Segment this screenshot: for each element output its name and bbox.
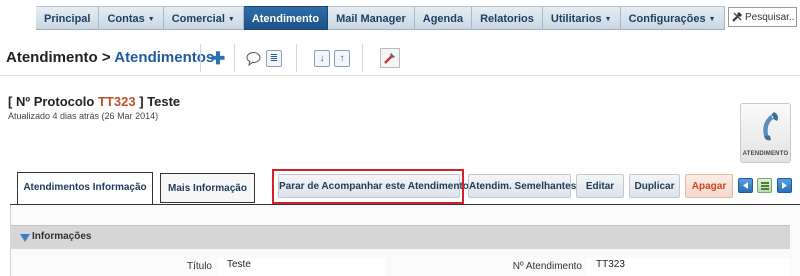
title-field-label: Título: [186, 261, 212, 272]
previous-record-icon[interactable]: [738, 178, 753, 193]
ticket-number-value: TT323: [586, 258, 790, 276]
module-badge: ATENDIMENTO: [740, 103, 791, 163]
duplicate-button[interactable]: Duplicar: [629, 174, 680, 198]
menu-relatorios[interactable]: Relatorios: [472, 6, 543, 30]
search-input[interactable]: [745, 11, 795, 23]
toolbar-divider: [234, 44, 235, 72]
next-record-icon[interactable]: [777, 178, 792, 193]
section-title: Informações: [32, 231, 92, 242]
chat-bubble-icon[interactable]: [245, 50, 261, 67]
menu-configuracoes[interactable]: Configurações ▼: [620, 6, 725, 30]
main-menu: Principal Contas ▼ Comercial ▼ Atendimento…: [36, 6, 725, 30]
export-icon[interactable]: ↑: [334, 50, 350, 67]
import-icon[interactable]: ↓: [314, 50, 330, 67]
section-header-informacoes[interactable]: Informações: [10, 225, 790, 249]
module-label: ATENDIMENTO: [742, 151, 789, 157]
tab-atendimentos-informacao[interactable]: Atendimentos Informação: [17, 172, 153, 205]
search-box[interactable]: [728, 7, 797, 27]
tools-icon: [731, 10, 745, 24]
highlight-box: [272, 169, 464, 204]
collapse-triangle-icon[interactable]: [20, 234, 30, 242]
top-navigation-bar: Principal Contas ▼ Comercial ▼ Atendimento…: [0, 0, 800, 36]
menu-agenda[interactable]: Agenda: [414, 6, 473, 30]
delete-button[interactable]: Apagar: [685, 174, 733, 198]
last-updated-text: Atualizado 4 dias atrás (26 Mar 2014): [8, 111, 159, 121]
tools-settings-icon[interactable]: [380, 48, 400, 68]
ticket-number-label: Nº Atendimento: [512, 261, 582, 272]
breadcrumb-root[interactable]: Atendimento: [6, 49, 98, 66]
breadcrumb: Atendimento > Atendimentos: [6, 49, 214, 66]
chevron-down-icon: ▼: [147, 16, 155, 23]
menu-contas[interactable]: Contas ▼: [99, 6, 164, 30]
chevron-down-icon: ▼: [604, 16, 612, 23]
record-title: [ Nº Protocolo TT323 ] Teste: [8, 94, 180, 109]
menu-mail-manager[interactable]: Mail Manager: [328, 6, 415, 30]
title-field-value: Teste: [217, 258, 385, 276]
phone-icon: [763, 112, 778, 141]
list-view-icon[interactable]: [757, 178, 772, 193]
menu-principal[interactable]: Principal: [36, 6, 100, 30]
record-title-prefix: [ Nº Protocolo: [8, 94, 95, 109]
protocol-number: TT323: [97, 94, 136, 109]
similar-tickets-button[interactable]: Atendim. Semelhantes: [468, 174, 576, 198]
clipboard-icon[interactable]: ≣: [266, 50, 282, 67]
module-toolbar: Atendimento > Atendimentos ✚ ≣ ↓ ↑: [0, 40, 800, 76]
toolbar-divider: [296, 44, 297, 72]
chevron-down-icon: ▼: [708, 16, 716, 23]
edit-button[interactable]: Editar: [576, 174, 624, 198]
chevron-down-icon: ▼: [227, 16, 235, 23]
menu-comercial[interactable]: Comercial ▼: [163, 6, 244, 30]
toolbar-divider: [200, 44, 201, 72]
menu-atendimento[interactable]: Atendimento: [243, 6, 329, 30]
toolbar-divider: [362, 44, 363, 72]
menu-utilitarios[interactable]: Utilitarios ▼: [542, 6, 621, 30]
breadcrumb-separator: >: [101, 49, 111, 66]
record-title-suffix: ] Teste: [139, 94, 181, 109]
tab-mais-informacao[interactable]: Mais Informação: [160, 173, 255, 203]
add-icon[interactable]: ✚: [210, 49, 226, 68]
